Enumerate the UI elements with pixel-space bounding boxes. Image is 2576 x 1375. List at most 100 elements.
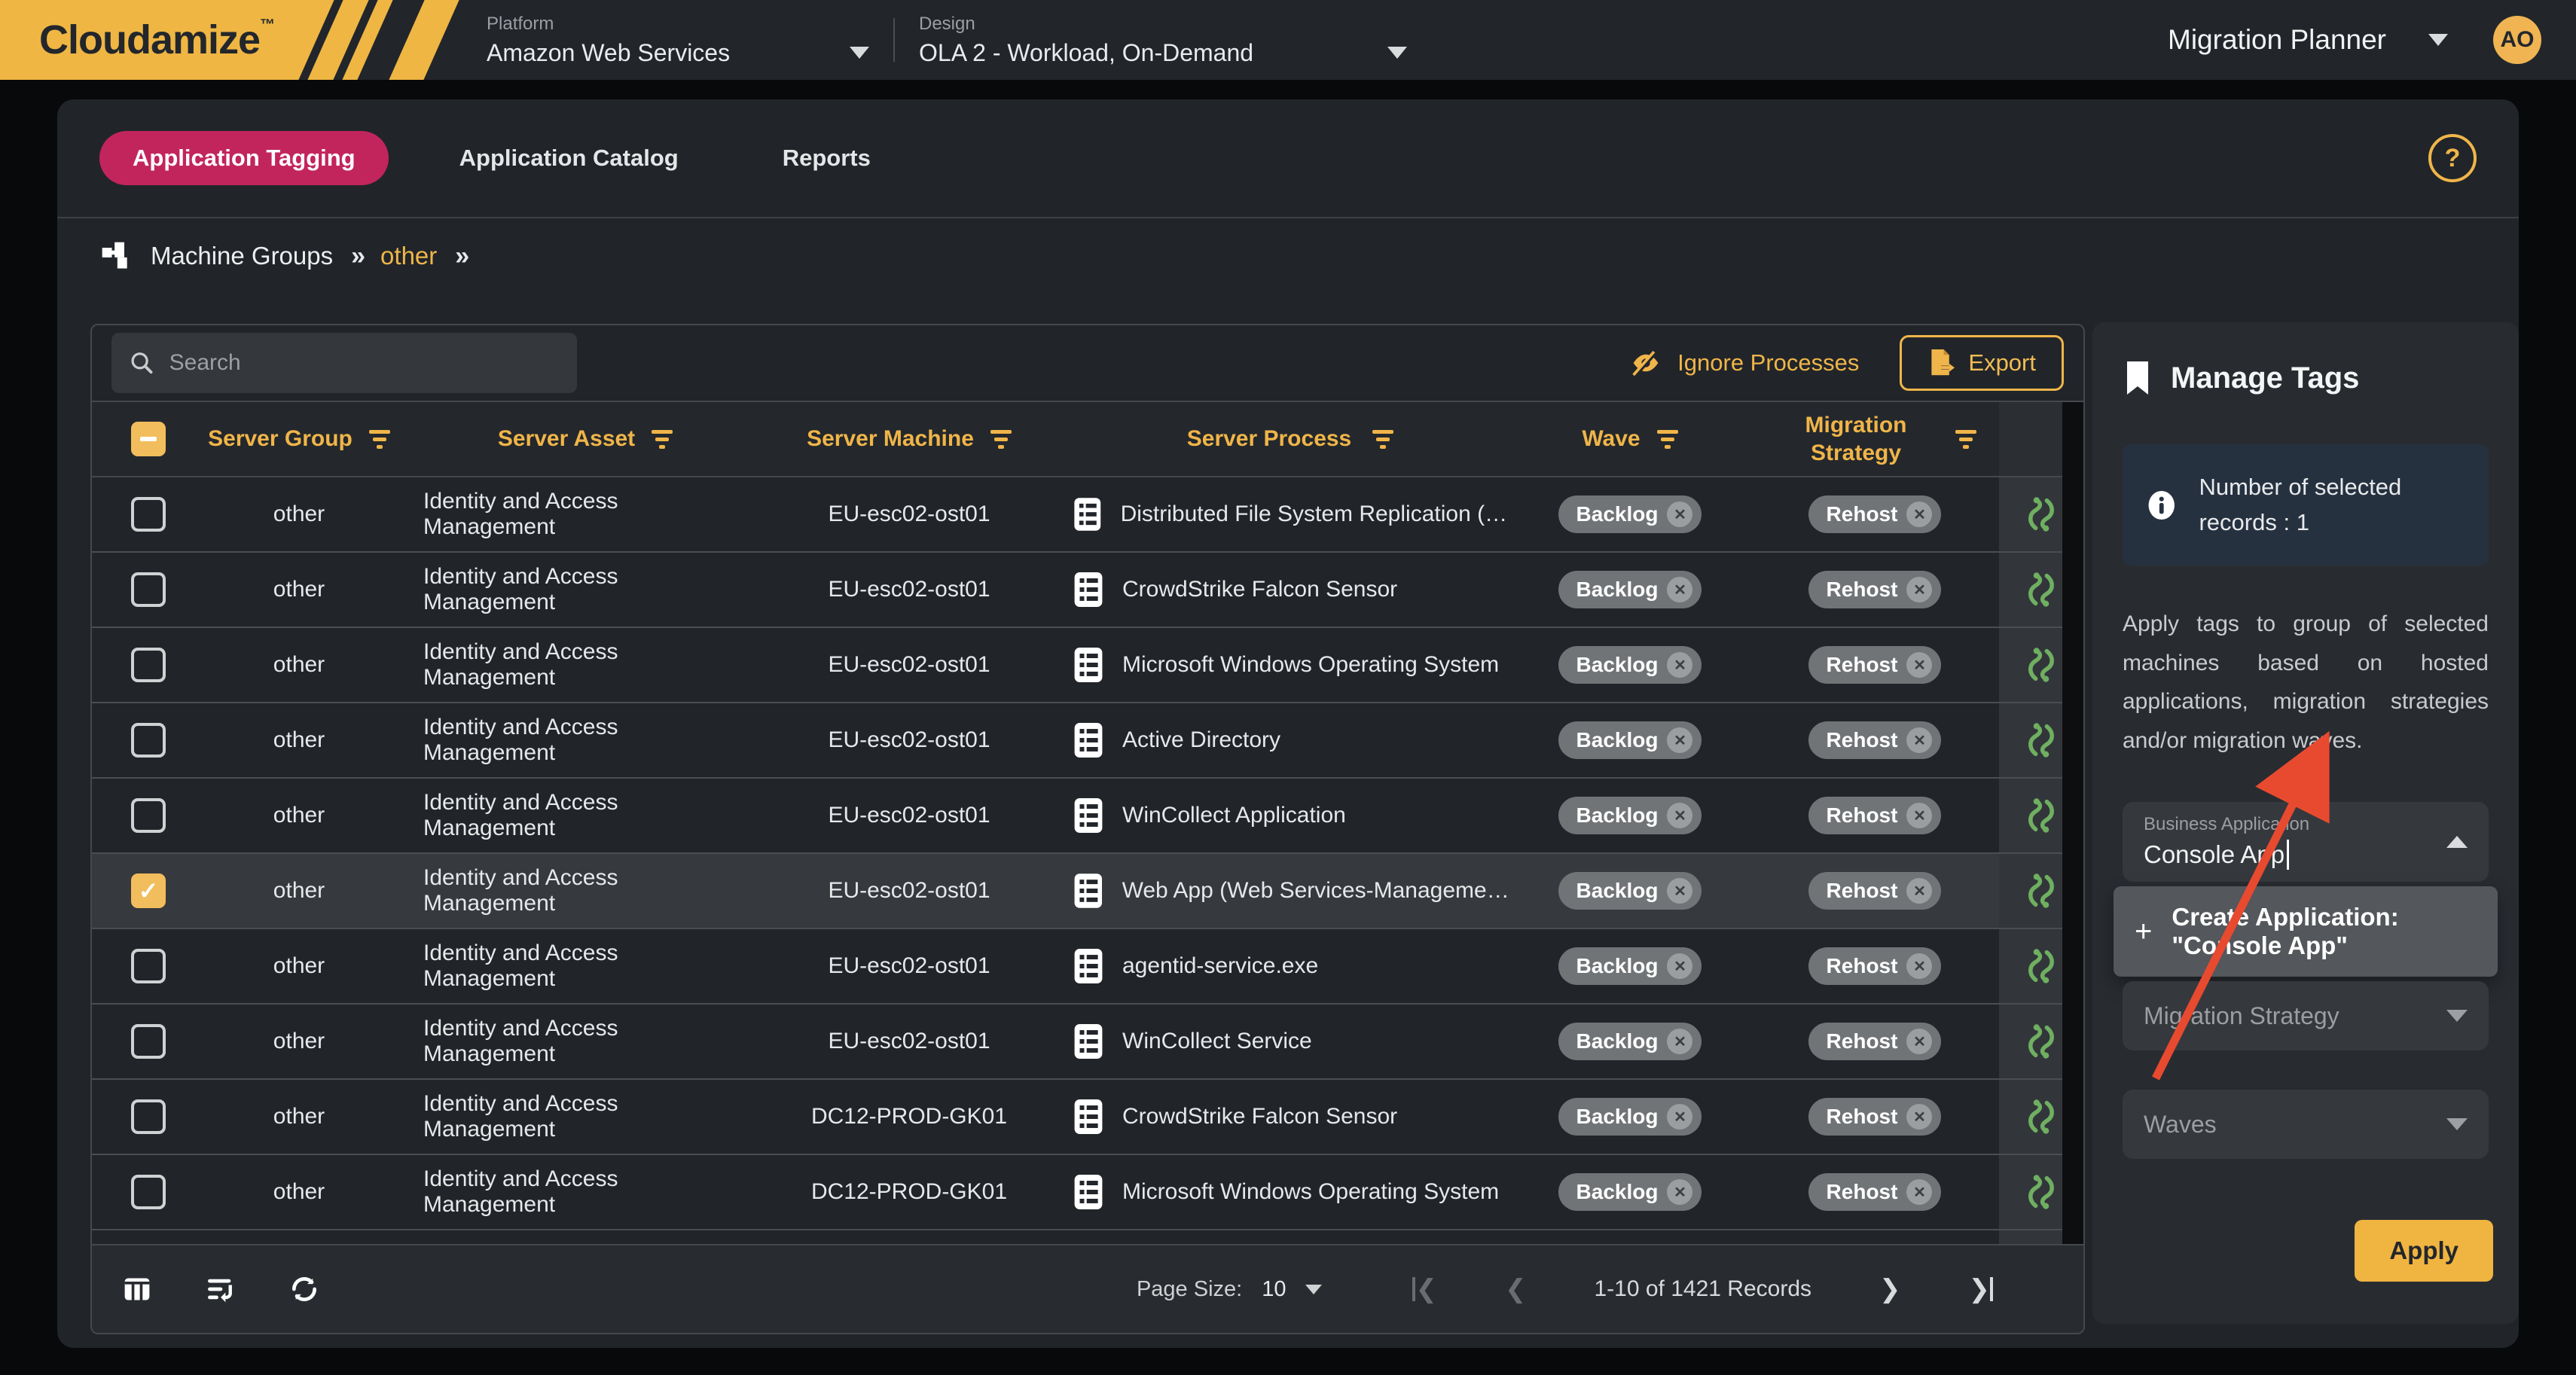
- table-scrollbar[interactable]: [2062, 402, 2083, 1244]
- selected-records-info: Number of selected records : 1: [2123, 444, 2489, 566]
- remove-tag-icon[interactable]: ✕: [1906, 502, 1932, 527]
- app-mapping-icon[interactable]: [2025, 948, 2058, 984]
- logo-text: Cloudamize™: [39, 17, 274, 63]
- export-button[interactable]: Export: [1900, 335, 2064, 391]
- remove-tag-icon[interactable]: ✕: [1906, 878, 1932, 904]
- remove-tag-icon[interactable]: ✕: [1906, 652, 1932, 678]
- cell-server-process: CrowdStrike Falcon Sensor: [1071, 1097, 1509, 1136]
- app-mapping-icon[interactable]: [2025, 1174, 2058, 1210]
- table-row[interactable]: otherIdentity and Access ManagementDC12-…: [92, 1080, 2083, 1155]
- page-size-control[interactable]: Page Size: 10: [1137, 1277, 1323, 1302]
- filter-icon[interactable]: [369, 430, 390, 449]
- columns-icon[interactable]: [122, 1274, 152, 1304]
- app-mapping-icon[interactable]: [2025, 496, 2058, 532]
- remove-tag-icon[interactable]: ✕: [1906, 577, 1932, 602]
- migration-strategy-placeholder: Migration Strategy: [2144, 1002, 2339, 1030]
- table-row[interactable]: otherIdentity and Access ManagementEU-es…: [92, 1005, 2083, 1080]
- breadcrumb-current[interactable]: other: [380, 242, 437, 270]
- wave-tag: Backlog✕: [1558, 1098, 1702, 1136]
- remove-tag-icon[interactable]: ✕: [1667, 1104, 1692, 1130]
- tab-reports[interactable]: Reports: [749, 131, 904, 185]
- column-header-server-process[interactable]: Server Process: [1071, 425, 1509, 453]
- app-mapping-icon[interactable]: [2025, 647, 2058, 683]
- column-header-server-asset[interactable]: Server Asset: [393, 425, 747, 453]
- row-checkbox[interactable]: [131, 572, 166, 607]
- filter-icon[interactable]: [1955, 430, 1976, 449]
- row-checkbox[interactable]: [131, 798, 166, 833]
- column-header-migration-strategy[interactable]: Migration Strategy: [1750, 411, 1999, 468]
- search-box[interactable]: [111, 333, 577, 393]
- table-row[interactable]: ✓otherIdentity and Access ManagementEU-e…: [92, 854, 2083, 929]
- tab-application-catalog[interactable]: Application Catalog: [426, 131, 712, 185]
- help-button[interactable]: ?: [2428, 134, 2477, 182]
- row-checkbox[interactable]: [131, 1099, 166, 1134]
- design-select[interactable]: Design OLA 2 - Workload, On-Demand: [899, 0, 1427, 80]
- remove-tag-icon[interactable]: ✕: [1906, 1104, 1932, 1130]
- row-checkbox[interactable]: [131, 723, 166, 758]
- table-row[interactable]: otherIdentity and Access ManagementEU-es…: [92, 703, 2083, 779]
- column-header-server-machine[interactable]: Server Machine: [747, 425, 1071, 453]
- chevron-down-icon: [2446, 1118, 2468, 1130]
- remove-tag-icon[interactable]: ✕: [1667, 1029, 1692, 1054]
- refresh-icon[interactable]: [289, 1274, 319, 1304]
- planner-label: Migration Planner: [2168, 24, 2386, 56]
- remove-tag-icon[interactable]: ✕: [1906, 1029, 1932, 1054]
- select-all-checkbox[interactable]: [131, 422, 166, 456]
- app-mapping-icon[interactable]: [2025, 722, 2058, 758]
- create-application-option[interactable]: + Create Application: "Console App": [2114, 886, 2498, 977]
- row-checkbox[interactable]: [131, 1024, 166, 1059]
- remove-tag-icon[interactable]: ✕: [1667, 502, 1692, 527]
- remove-tag-icon[interactable]: ✕: [1906, 953, 1932, 979]
- remove-tag-icon[interactable]: ✕: [1906, 1179, 1932, 1205]
- remove-tag-icon[interactable]: ✕: [1667, 878, 1692, 904]
- apply-button[interactable]: Apply: [2355, 1220, 2493, 1282]
- avatar[interactable]: AO: [2493, 16, 2541, 64]
- business-application-field[interactable]: Business Application Console App: [2123, 802, 2489, 882]
- last-page-button[interactable]: ❯: [1969, 1274, 1994, 1304]
- filter-icon[interactable]: [1372, 430, 1393, 449]
- column-header-wave[interactable]: Wave: [1509, 425, 1750, 453]
- breadcrumb-root[interactable]: Machine Groups: [151, 242, 333, 270]
- app-mapping-icon[interactable]: [2025, 572, 2058, 608]
- column-header-server-group[interactable]: Server Group: [205, 425, 393, 453]
- remove-tag-icon[interactable]: ✕: [1667, 727, 1692, 753]
- table-row[interactable]: otherIdentity and Access ManagementEU-es…: [92, 779, 2083, 854]
- remove-tag-icon[interactable]: ✕: [1667, 803, 1692, 828]
- table-row[interactable]: otherIdentity and Access ManagementEU-es…: [92, 553, 2083, 628]
- row-checkbox[interactable]: [131, 648, 166, 682]
- migration-planner-menu[interactable]: Migration Planner: [2168, 24, 2448, 56]
- row-checkbox[interactable]: [131, 949, 166, 983]
- cell-server-group: other: [205, 652, 393, 678]
- first-page-button[interactable]: ❮: [1412, 1274, 1437, 1304]
- platform-select[interactable]: Platform Amazon Web Services: [467, 0, 889, 80]
- process-icon: [1071, 1022, 1106, 1061]
- migration-strategy-field[interactable]: Migration Strategy: [2123, 981, 2489, 1050]
- remove-tag-icon[interactable]: ✕: [1906, 803, 1932, 828]
- remove-tag-icon[interactable]: ✕: [1667, 953, 1692, 979]
- remove-tag-icon[interactable]: ✕: [1667, 652, 1692, 678]
- prev-page-button[interactable]: ❮: [1505, 1274, 1527, 1304]
- row-checkbox[interactable]: ✓: [131, 873, 166, 908]
- app-mapping-icon[interactable]: [2025, 797, 2058, 834]
- row-checkbox[interactable]: [131, 497, 166, 532]
- table-row[interactable]: otherIdentity and Access ManagementEU-es…: [92, 477, 2083, 553]
- next-page-button[interactable]: ❯: [1879, 1274, 1901, 1304]
- ignore-processes-button[interactable]: Ignore Processes: [1629, 348, 1859, 378]
- filter-icon[interactable]: [1657, 430, 1678, 449]
- clear-filters-icon[interactable]: [205, 1274, 237, 1304]
- remove-tag-icon[interactable]: ✕: [1667, 577, 1692, 602]
- remove-tag-icon[interactable]: ✕: [1667, 1179, 1692, 1205]
- waves-field[interactable]: Waves: [2123, 1090, 2489, 1159]
- table-row[interactable]: otherIdentity and Access ManagementDC12-…: [92, 1155, 2083, 1230]
- table-row[interactable]: otherIdentity and Access ManagementEU-es…: [92, 628, 2083, 703]
- search-input[interactable]: [169, 350, 559, 376]
- app-mapping-icon[interactable]: [2025, 1099, 2058, 1135]
- filter-icon[interactable]: [990, 430, 1012, 449]
- row-checkbox[interactable]: [131, 1175, 166, 1209]
- table-row[interactable]: otherIdentity and Access ManagementEU-es…: [92, 929, 2083, 1005]
- app-mapping-icon[interactable]: [2025, 1023, 2058, 1059]
- remove-tag-icon[interactable]: ✕: [1906, 727, 1932, 753]
- app-mapping-icon[interactable]: [2025, 873, 2058, 909]
- tab-application-tagging[interactable]: Application Tagging: [99, 131, 389, 185]
- filter-icon[interactable]: [652, 430, 673, 449]
